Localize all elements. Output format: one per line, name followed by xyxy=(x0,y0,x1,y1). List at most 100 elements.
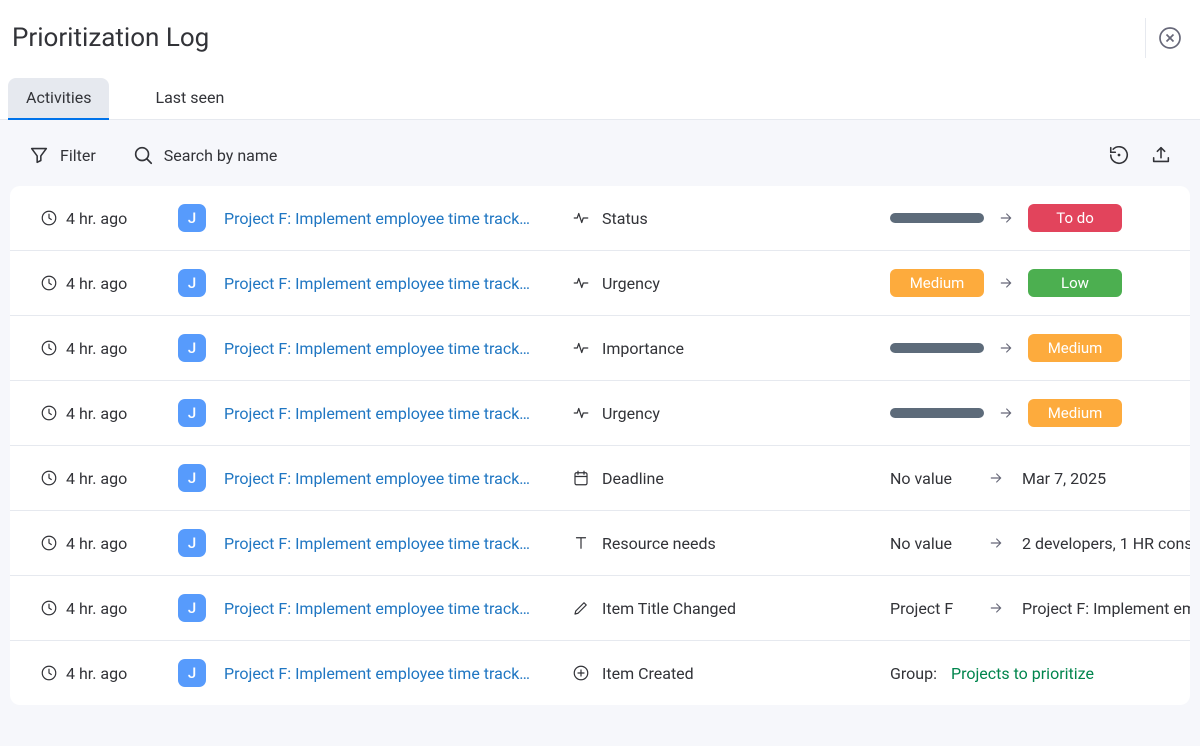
content: Filter Search by name 4 hr. ago J Project … xyxy=(0,120,1200,746)
field-icon xyxy=(572,664,590,682)
to-pill: To do xyxy=(1028,204,1122,232)
field-cell: Status xyxy=(572,209,872,228)
tab-last-seen[interactable]: Last seen xyxy=(137,78,242,119)
item-link[interactable]: Project F: Implement employee time track… xyxy=(224,599,554,618)
toolbar: Filter Search by name xyxy=(10,130,1190,180)
from-text: No value xyxy=(890,534,970,553)
time-cell: 4 hr. ago xyxy=(40,404,160,423)
arrow-right-icon xyxy=(998,405,1014,421)
field-cell: Urgency xyxy=(572,404,872,423)
calendar-icon xyxy=(572,469,590,487)
pulse-icon xyxy=(572,274,590,292)
item-link[interactable]: Project F: Implement employee time track… xyxy=(224,534,554,553)
item-link[interactable]: Project F: Implement employee time track… xyxy=(224,664,554,683)
field-cell: Urgency xyxy=(572,274,872,293)
user-avatar[interactable]: J xyxy=(178,204,206,232)
refresh-icon xyxy=(1108,144,1130,166)
change-plain: No value 2 developers, 1 HR consul… xyxy=(890,534,1190,553)
pulse-icon xyxy=(572,404,590,422)
arrow xyxy=(988,535,1004,551)
to-pill: Medium xyxy=(1028,334,1122,362)
change-plain: No valueMar 7, 2025 xyxy=(890,469,1106,488)
user-avatar[interactable]: J xyxy=(178,399,206,427)
pulse-icon xyxy=(572,209,590,227)
text-icon xyxy=(572,534,590,552)
header: Prioritization Log xyxy=(0,0,1200,78)
group-label: Group: xyxy=(890,664,937,683)
field-cell: Resource needs xyxy=(572,534,872,553)
header-divider xyxy=(1145,18,1146,58)
field-name: Resource needs xyxy=(602,534,716,553)
field-icon xyxy=(572,469,590,487)
field-name: Importance xyxy=(602,339,684,358)
change-plain: Project FProject F: Implement emp… xyxy=(890,599,1190,618)
clock-icon xyxy=(40,599,58,617)
pencil-icon xyxy=(572,599,590,617)
activity-row: 4 hr. ago J Project F: Implement employee … xyxy=(10,251,1190,316)
item-link[interactable]: Project F: Implement employee time track… xyxy=(224,404,554,423)
time-cell: 4 hr. ago xyxy=(40,274,160,293)
time-cell: 4 hr. ago xyxy=(40,599,160,618)
item-link[interactable]: Project F: Implement employee time track… xyxy=(224,274,554,293)
close-button[interactable] xyxy=(1158,26,1182,50)
tabs: Activities Last seen xyxy=(0,78,1200,120)
user-avatar[interactable]: J xyxy=(178,464,206,492)
arrow xyxy=(998,210,1014,226)
field-name: Item Created xyxy=(602,664,694,683)
time-text: 4 hr. ago xyxy=(66,274,127,293)
item-link[interactable]: Project F: Implement employee time track… xyxy=(224,339,554,358)
field-icon xyxy=(572,274,590,292)
time-cell: 4 hr. ago xyxy=(40,469,160,488)
time-text: 4 hr. ago xyxy=(66,209,127,228)
arrow xyxy=(988,470,1004,486)
field-icon xyxy=(572,339,590,357)
search-placeholder-label: Search by name xyxy=(164,146,278,165)
arrow-right-icon xyxy=(988,600,1004,616)
clock-icon xyxy=(40,274,58,292)
time-text: 4 hr. ago xyxy=(66,469,127,488)
group-link[interactable]: Projects to prioritize xyxy=(951,664,1094,683)
item-link[interactable]: Project F: Implement employee time track… xyxy=(224,469,554,488)
change-cell: Medium xyxy=(890,334,1160,362)
from-pill: Medium xyxy=(890,269,984,297)
arrow-right-icon xyxy=(988,470,1004,486)
export-button[interactable] xyxy=(1150,144,1172,166)
time-text: 4 hr. ago xyxy=(66,339,127,358)
close-icon xyxy=(1158,26,1182,50)
clock-icon xyxy=(40,339,58,357)
search-icon xyxy=(132,144,154,166)
tab-activities[interactable]: Activities xyxy=(8,78,109,119)
arrow xyxy=(998,275,1014,291)
field-name: Urgency xyxy=(602,274,660,293)
arrow-right-icon xyxy=(998,275,1014,291)
activity-row: 4 hr. ago J Project F: Implement employee … xyxy=(10,316,1190,381)
activity-row: 4 hr. ago J Project F: Implement employee … xyxy=(10,446,1190,511)
from-pill xyxy=(890,213,984,223)
field-icon xyxy=(572,209,590,227)
filter-button[interactable]: Filter xyxy=(28,144,96,166)
change-cell: No valueMar 7, 2025 xyxy=(890,469,1160,488)
to-text: 2 developers, 1 HR consul… xyxy=(1022,534,1190,553)
clock-icon xyxy=(40,534,58,552)
filter-label: Filter xyxy=(60,146,96,165)
activity-row: 4 hr. ago J Project F: Implement employee … xyxy=(10,186,1190,251)
field-name: Deadline xyxy=(602,469,664,488)
time-text: 4 hr. ago xyxy=(66,404,127,423)
refresh-button[interactable] xyxy=(1108,144,1130,166)
user-avatar[interactable]: J xyxy=(178,269,206,297)
user-avatar[interactable]: J xyxy=(178,529,206,557)
time-text: 4 hr. ago xyxy=(66,664,127,683)
item-link[interactable]: Project F: Implement employee time track… xyxy=(224,209,554,228)
user-avatar[interactable]: J xyxy=(178,594,206,622)
field-name: Item Title Changed xyxy=(602,599,736,618)
field-icon xyxy=(572,534,590,552)
search-button[interactable]: Search by name xyxy=(132,144,278,166)
change-cell: Group: Projects to prioritize xyxy=(890,664,1160,683)
time-cell: 4 hr. ago xyxy=(40,534,160,553)
activity-row: 4 hr. ago J Project F: Implement employee … xyxy=(10,381,1190,446)
field-name: Urgency xyxy=(602,404,660,423)
from-text: No value xyxy=(890,469,970,488)
user-avatar[interactable]: J xyxy=(178,334,206,362)
change-cell: No value 2 developers, 1 HR consul… xyxy=(890,534,1190,553)
user-avatar[interactable]: J xyxy=(178,659,206,687)
